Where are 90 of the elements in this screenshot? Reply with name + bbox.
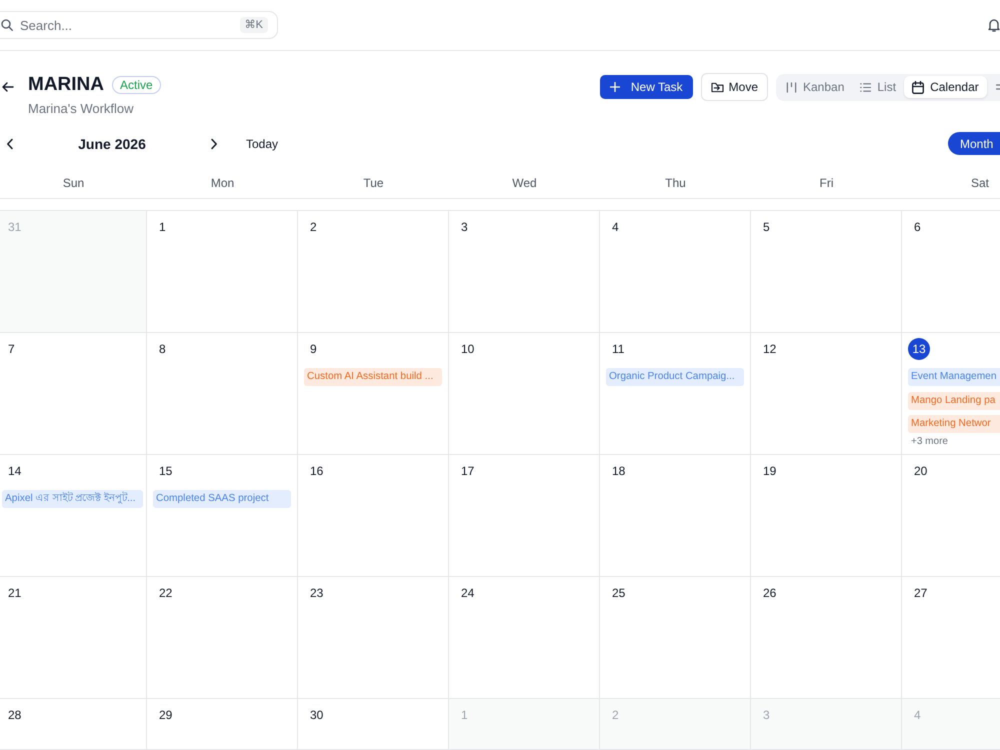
- day-number: 19: [762, 463, 778, 480]
- day-number: 14: [7, 463, 22, 480]
- day-number: 11: [611, 341, 626, 358]
- day-number: 7: [7, 341, 16, 358]
- day-cell[interactable]: 5: [751, 211, 902, 333]
- new-task-button[interactable]: New Task: [600, 75, 693, 99]
- day-number: 3: [762, 707, 771, 724]
- day-number: 4: [913, 707, 922, 724]
- day-cell[interactable]: 16: [298, 455, 449, 577]
- day-number: 21: [7, 585, 22, 602]
- day-number: 20: [913, 463, 928, 480]
- day-number: 13: [908, 338, 930, 360]
- view-tab[interactable]: Kanban: [778, 76, 852, 98]
- folder-arrow-icon: [710, 82, 724, 92]
- day-cell[interactable]: 9 Custom AI Assistant build ...: [298, 333, 449, 455]
- bell-icon[interactable]: [988, 18, 1000, 32]
- weekday-label: Fri: [818, 176, 834, 190]
- day-cell[interactable]: 7: [0, 333, 147, 455]
- day-cell[interactable]: 3: [449, 211, 600, 333]
- chevron-left-icon[interactable]: [6, 138, 14, 150]
- project-subtitle: Marina's Workflow: [28, 101, 135, 117]
- day-cell[interactable]: 14 Apixel এর সাইট প্রজেক্ট ইনপুট...: [0, 455, 147, 577]
- day-cell[interactable]: 15 Completed SAAS project: [147, 455, 298, 577]
- day-cell[interactable]: 4: [600, 211, 751, 333]
- day-number: 2: [309, 219, 318, 236]
- day-number: 24: [460, 585, 476, 602]
- day-number: 16: [309, 463, 324, 480]
- day-cell[interactable]: 11 Organic Product Campaig...: [600, 333, 751, 455]
- day-number: 10: [460, 341, 476, 358]
- view-tab[interactable]: List: [852, 76, 904, 98]
- day-cell[interactable]: 1: [147, 211, 298, 333]
- day-number: 23: [309, 585, 324, 602]
- month-title: June 2026: [77, 136, 147, 152]
- day-cell[interactable]: 17: [449, 455, 600, 577]
- day-cell[interactable]: 13 Event Managemen Mango Landing pa Marketing Networ +3 more: [902, 333, 1000, 455]
- day-number: 15: [158, 463, 174, 480]
- day-number: 12: [762, 341, 778, 358]
- day-cell[interactable]: 21: [0, 577, 147, 699]
- list-icon: [860, 82, 872, 92]
- today-button[interactable]: Today: [246, 136, 278, 150]
- month-view-button[interactable]: Month: [948, 132, 1000, 155]
- weekday-label: Sun: [62, 176, 86, 190]
- day-number: 25: [611, 585, 626, 602]
- day-number: 9: [309, 341, 318, 358]
- weekday-label: Thu: [664, 176, 687, 190]
- day-cell[interactable]: 23: [298, 577, 449, 699]
- move-button[interactable]: Move: [700, 73, 768, 101]
- day-number: 29: [158, 707, 174, 724]
- day-number: 4: [611, 219, 620, 236]
- day-number: 1: [460, 707, 469, 724]
- day-cell[interactable]: 18: [600, 455, 751, 577]
- calendar-icon: [912, 80, 924, 94]
- day-cell[interactable]: 22: [147, 577, 298, 699]
- day-cell[interactable]: 20: [902, 455, 1000, 577]
- day-cell[interactable]: 19: [751, 455, 902, 577]
- day-number: 6: [913, 219, 922, 236]
- day-number: 26: [762, 585, 778, 602]
- more-link[interactable]: +3 more: [908, 436, 948, 448]
- day-number: 8: [158, 341, 167, 358]
- view-tab[interactable]: Calendar: [904, 76, 987, 98]
- status-badge: Active: [112, 76, 161, 94]
- day-number: 30: [309, 707, 324, 724]
- day-cell[interactable]: 10: [449, 333, 600, 455]
- day-cell[interactable]: 6: [902, 211, 1000, 333]
- day-number: 31: [7, 219, 22, 236]
- project-title: MARINA: [28, 73, 104, 97]
- weekday-label: Tue: [362, 176, 385, 190]
- day-number: 28: [7, 707, 22, 724]
- day-cell[interactable]: 8: [147, 333, 298, 455]
- search-icon: [1, 19, 13, 31]
- plus-icon: [610, 82, 620, 92]
- columns-icon: [786, 82, 797, 92]
- day-number: 3: [460, 219, 469, 236]
- day-cell[interactable]: 12: [751, 333, 902, 455]
- weekday-label: Wed: [511, 176, 538, 190]
- day-number: 17: [460, 463, 476, 480]
- day-number: 1: [158, 219, 167, 236]
- weekday-label: Mon: [210, 176, 236, 190]
- day-number: 27: [913, 585, 928, 602]
- back-arrow-icon[interactable]: [2, 82, 14, 92]
- chevron-right-icon[interactable]: [210, 138, 218, 150]
- day-number: 18: [611, 463, 626, 480]
- weekday-label: Sat: [970, 176, 990, 190]
- day-number: 5: [762, 219, 771, 236]
- shortcut-key: ⌘K: [240, 17, 268, 33]
- day-number: 22: [158, 585, 174, 602]
- day-cell[interactable]: 28: [0, 699, 147, 750]
- day-cell[interactable]: 2: [298, 211, 449, 333]
- day-cell[interactable]: 29: [147, 699, 298, 750]
- day-number: 2: [611, 707, 620, 724]
